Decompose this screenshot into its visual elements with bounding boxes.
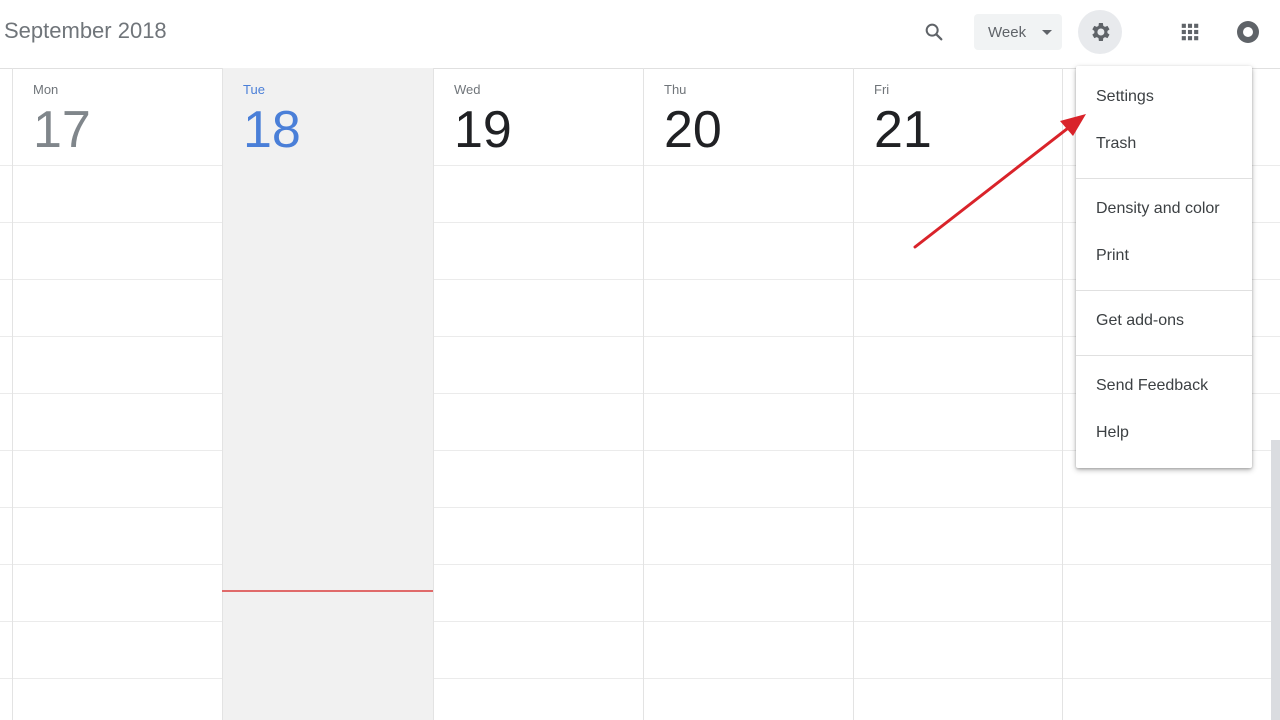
- menu-item-trash[interactable]: Trash: [1076, 124, 1252, 164]
- menu-item-density-and-color[interactable]: Density and color: [1076, 189, 1252, 229]
- day-name: Tue: [243, 82, 265, 97]
- settings-gear-icon: [1092, 23, 1110, 41]
- day-number[interactable]: 20: [664, 102, 722, 158]
- top-bar: September 2018 Week: [0, 0, 1280, 68]
- day-name: Wed: [454, 82, 481, 97]
- apps-grid-icon: [1181, 23, 1199, 41]
- search-icon: [925, 23, 943, 41]
- menu-item-send-feedback[interactable]: Send Feedback: [1076, 366, 1252, 406]
- account-button[interactable]: [1228, 12, 1268, 52]
- view-selector[interactable]: Week: [974, 14, 1062, 50]
- day-number[interactable]: 18: [243, 102, 301, 158]
- day-column-thu[interactable]: Thu 20: [643, 68, 853, 720]
- apps-button[interactable]: [1170, 12, 1210, 52]
- caret-down-icon: [1042, 30, 1052, 35]
- day-column-tue[interactable]: Tue 18: [222, 68, 433, 720]
- menu-divider: [1076, 290, 1252, 291]
- day-name: Thu: [664, 82, 687, 97]
- menu-item-get-add-ons[interactable]: Get add-ons: [1076, 301, 1252, 341]
- day-column-fri[interactable]: Fri 21: [853, 68, 1062, 720]
- menu-item-settings[interactable]: Settings: [1076, 77, 1252, 117]
- search-button[interactable]: [914, 12, 954, 52]
- settings-dropdown-menu: Settings Trash Density and color Print G…: [1076, 66, 1252, 468]
- menu-divider: [1076, 178, 1252, 179]
- menu-item-print[interactable]: Print: [1076, 236, 1252, 276]
- account-icon: [1237, 21, 1259, 43]
- day-number[interactable]: 17: [33, 102, 91, 158]
- settings-menu-button[interactable]: [1078, 10, 1122, 54]
- day-column-wed[interactable]: Wed 19: [433, 68, 643, 720]
- day-name: Fri: [874, 82, 890, 97]
- scrollbar-thumb[interactable]: [1271, 440, 1280, 720]
- day-number[interactable]: 21: [874, 102, 932, 158]
- day-number[interactable]: 19: [454, 102, 512, 158]
- view-selector-label: Week: [988, 23, 1027, 41]
- day-name: Mon: [33, 82, 59, 97]
- current-time-indicator: [222, 590, 433, 592]
- menu-divider: [1076, 355, 1252, 356]
- month-title: September 2018: [4, 18, 167, 43]
- menu-item-help[interactable]: Help: [1076, 413, 1252, 453]
- day-column-mon[interactable]: Mon 17: [12, 68, 222, 720]
